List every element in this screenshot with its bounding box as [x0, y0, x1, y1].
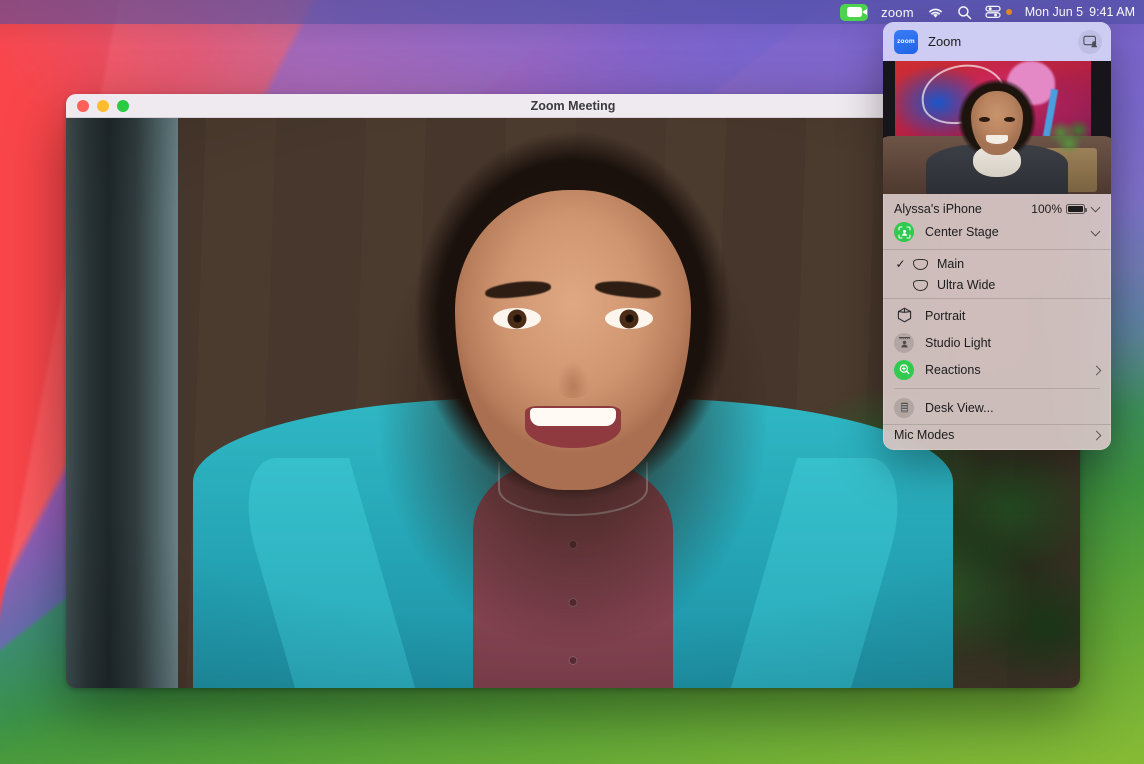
- wifi-icon[interactable]: [927, 6, 944, 19]
- device-battery-percent: 100%: [1031, 202, 1062, 216]
- camera-preview[interactable]: [883, 61, 1111, 194]
- search-icon[interactable]: [957, 5, 972, 20]
- center-stage-label: Center Stage: [925, 225, 1092, 239]
- effect-label: Portrait: [925, 309, 1101, 323]
- effect-label: Studio Light: [925, 336, 1101, 350]
- menu-bar-date[interactable]: Mon Jun 5: [1025, 5, 1083, 19]
- effect-studio-light[interactable]: Studio Light: [883, 329, 1111, 356]
- video-effects-popover[interactable]: zoom Zoom: [883, 22, 1111, 450]
- lens-icon: [912, 258, 928, 270]
- desktop: zoom Mon Jun 5: [0, 0, 1144, 764]
- effects-group: Portrait Studio Light: [883, 299, 1111, 424]
- desk-view-label: Desk View...: [925, 401, 1101, 415]
- device-name: Alyssa's iPhone: [894, 202, 1031, 216]
- effect-label: Reactions: [925, 363, 1092, 377]
- checkmark-icon: ✓: [894, 258, 907, 270]
- menu-bar: zoom Mon Jun 5: [0, 0, 1144, 24]
- center-stage-icon: [894, 222, 914, 242]
- chevron-right-icon[interactable]: [1092, 430, 1101, 440]
- video-camera-icon: [840, 4, 868, 21]
- studio-light-icon: [894, 333, 914, 353]
- menu-bar-app-label: zoom: [881, 5, 914, 20]
- divider: [894, 388, 1100, 389]
- menu-bar-time-label: 9:41 AM: [1089, 5, 1135, 19]
- share-screen-icon[interactable]: [1078, 30, 1102, 54]
- mic-modes-label: Mic Modes: [894, 428, 1092, 442]
- desk-view-row[interactable]: Desk View...: [883, 394, 1111, 421]
- lens-label: Main: [937, 257, 964, 271]
- camera-in-use-indicator[interactable]: [840, 4, 868, 21]
- menu-bar-clock[interactable]: 9:41 AM: [1089, 5, 1135, 19]
- popover-app-header: zoom Zoom: [883, 22, 1111, 61]
- orange-dot-icon: [1006, 9, 1012, 15]
- preview-plant: [1047, 118, 1093, 154]
- mic-modes-row[interactable]: Mic Modes: [883, 425, 1111, 450]
- popover-app-name: Zoom: [928, 34, 1078, 49]
- lens-icon: [912, 279, 928, 291]
- center-stage-row[interactable]: Center Stage: [883, 220, 1111, 249]
- lens-group: ✓ Main Ultra Wide: [883, 250, 1111, 298]
- effect-portrait[interactable]: Portrait: [883, 302, 1111, 329]
- lens-label: Ultra Wide: [937, 278, 995, 292]
- zoom-app-icon: zoom: [894, 30, 918, 54]
- menu-bar-date-label: Mon Jun 5: [1025, 5, 1083, 19]
- portrait-cube-icon: [894, 306, 914, 326]
- chevron-down-icon[interactable]: [1092, 228, 1101, 237]
- menu-bar-app-name[interactable]: zoom: [881, 5, 914, 20]
- zoom-app-icon-label: zoom: [897, 38, 915, 45]
- effect-reactions[interactable]: Reactions: [883, 356, 1111, 383]
- desk-view-icon: [894, 398, 914, 418]
- chevron-down-icon[interactable]: [1092, 204, 1101, 213]
- chevron-right-icon[interactable]: [1092, 365, 1101, 375]
- device-row[interactable]: Alyssa's iPhone 100%: [883, 194, 1111, 220]
- lens-option-ultra-wide[interactable]: Ultra Wide: [883, 274, 1111, 295]
- battery-full-icon: [1066, 204, 1085, 214]
- reactions-icon: [894, 360, 914, 380]
- control-center-icon[interactable]: [985, 5, 1012, 19]
- lens-option-main[interactable]: ✓ Main: [883, 253, 1111, 274]
